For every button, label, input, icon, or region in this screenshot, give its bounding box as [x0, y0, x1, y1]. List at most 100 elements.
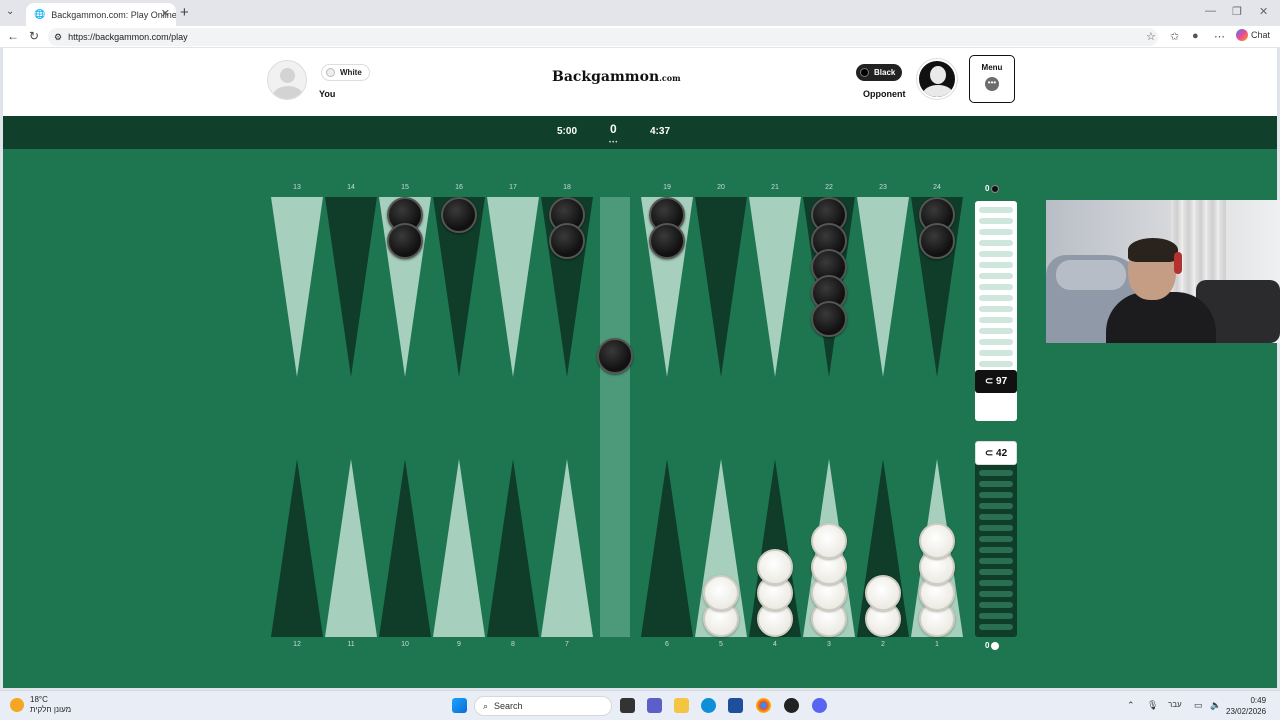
black-checker[interactable]: [441, 197, 477, 233]
point-number: 10: [401, 641, 409, 648]
weather-icon: [10, 698, 24, 712]
score-dots: •••: [609, 140, 619, 146]
timer-bar: 5:00 0 ••• 4:37: [3, 116, 1277, 149]
obs-icon[interactable]: [784, 698, 799, 713]
favorites-icon[interactable]: ✩: [1170, 30, 1179, 43]
point-9[interactable]: [433, 459, 485, 637]
tray-chevron-icon[interactable]: ⌃: [1127, 700, 1135, 711]
white-pip-count: ⊂ 42: [975, 441, 1017, 465]
tab-list-chevron-icon[interactable]: ⌄: [6, 6, 14, 17]
black-pip-value: 97: [996, 376, 1008, 387]
close-tab-icon[interactable]: ✕: [161, 7, 170, 20]
bear-off-slot: [979, 306, 1013, 312]
player-avatar: [267, 60, 307, 100]
close-window-icon[interactable]: ✕: [1259, 5, 1268, 18]
browser-tab[interactable]: 🌐 Backgammon.com: Play Online Ba ✕: [26, 3, 176, 26]
task-view-icon[interactable]: [620, 698, 635, 713]
chrome-icon[interactable]: [756, 698, 771, 713]
bear-off-slot: [979, 569, 1013, 575]
black-checker[interactable]: [549, 223, 585, 259]
bear-off-slot: [979, 284, 1013, 290]
center-bar[interactable]: [600, 197, 630, 637]
edge-icon[interactable]: [701, 698, 716, 713]
file-explorer-icon[interactable]: [674, 698, 689, 713]
new-tab-button[interactable]: +: [180, 4, 189, 21]
point-6[interactable]: [641, 459, 693, 637]
point-number: 17: [509, 184, 517, 191]
store-icon[interactable]: [728, 698, 743, 713]
point-number: 7: [565, 641, 569, 648]
browser-tab-bar: ⌄ 🌐 Backgammon.com: Play Online Ba ✕ + —…: [0, 0, 1280, 26]
profile-icon[interactable]: ●: [1192, 30, 1199, 42]
back-icon[interactable]: ←: [7, 29, 19, 43]
bear-off-slot: [979, 328, 1013, 334]
microphone-icon[interactable]: 🎙: [1147, 700, 1158, 711]
minimize-icon[interactable]: —: [1205, 5, 1216, 17]
bear-off-slot: [979, 218, 1013, 224]
white-borne-off-count: 0: [985, 641, 1000, 650]
point-10[interactable]: [379, 459, 431, 637]
point-8[interactable]: [487, 459, 539, 637]
language-indicator[interactable]: עבר: [1168, 700, 1182, 709]
point-14[interactable]: [325, 197, 377, 377]
white-checker[interactable]: [919, 523, 955, 559]
clock-time: 0:49: [1250, 696, 1267, 705]
point-20[interactable]: [695, 197, 747, 377]
point-21[interactable]: [749, 197, 801, 377]
site-info-icon[interactable]: ⚙: [54, 32, 62, 43]
taskbar-search[interactable]: ⌕ Search: [474, 696, 612, 716]
point-number: 2: [881, 641, 885, 648]
teams-icon[interactable]: [647, 698, 662, 713]
point-11[interactable]: [325, 459, 377, 637]
copilot-chat-button[interactable]: Chat: [1236, 29, 1270, 41]
match-score: 0: [610, 122, 617, 136]
address-bar[interactable]: ⚙ https://backgammon.com/play: [48, 28, 1158, 46]
black-checker[interactable]: [919, 223, 955, 259]
menu-button[interactable]: Menu •••: [969, 55, 1015, 103]
point-7[interactable]: [541, 459, 593, 637]
white-checker[interactable]: [865, 575, 901, 611]
black-checker[interactable]: [649, 223, 685, 259]
reload-icon[interactable]: ↻: [29, 29, 39, 43]
point-23[interactable]: [857, 197, 909, 377]
favorite-star-icon[interactable]: ☆: [1146, 30, 1156, 43]
black-checker-icon: [860, 68, 869, 77]
bear-off-slot: [979, 547, 1013, 553]
search-label: Search: [494, 701, 523, 711]
tab-title: Backgammon.com: Play Online Ba: [51, 9, 176, 20]
point-12[interactable]: [271, 459, 323, 637]
bear-off-slot: [979, 536, 1013, 542]
white-checker[interactable]: [703, 575, 739, 611]
black-checker[interactable]: [811, 301, 847, 337]
site-logo[interactable]: Backgammon.com: [552, 69, 681, 85]
white-bear-off-tray[interactable]: [975, 441, 1017, 637]
black-checker-icon: [991, 184, 1000, 193]
more-options-icon[interactable]: ⋯: [1214, 30, 1225, 43]
white-checker[interactable]: [811, 523, 847, 559]
bear-off-slot: [979, 470, 1013, 476]
black-off-value: 0: [985, 184, 990, 193]
point-17[interactable]: [487, 197, 539, 377]
point-number: 18: [563, 184, 571, 191]
maximize-icon[interactable]: ❐: [1232, 5, 1242, 18]
player-color-label: White: [340, 68, 362, 77]
bear-off-slot: [979, 591, 1013, 597]
white-checker[interactable]: [757, 549, 793, 585]
opponent-name: Opponent: [863, 89, 906, 99]
point-13[interactable]: [271, 197, 323, 377]
network-icon[interactable]: ▭: [1194, 700, 1203, 711]
point-number: 12: [293, 641, 301, 648]
volume-icon[interactable]: 🔈: [1210, 700, 1221, 711]
bear-off-slot: [979, 350, 1013, 356]
weather-widget[interactable]: 18°C מעונן חלקית: [10, 695, 71, 715]
system-clock[interactable]: 0:49 23/02/2026: [1226, 695, 1266, 717]
point-number: 1: [935, 641, 939, 648]
url-text: https://backgammon.com/play: [68, 32, 188, 42]
black-checker[interactable]: [387, 223, 423, 259]
bear-off-slot: [979, 624, 1013, 630]
point-number: 11: [347, 641, 355, 648]
black-checker-on-bar[interactable]: [597, 338, 633, 374]
start-icon[interactable]: [452, 698, 467, 713]
discord-icon[interactable]: [812, 698, 827, 713]
bear-off-slot: [979, 602, 1013, 608]
